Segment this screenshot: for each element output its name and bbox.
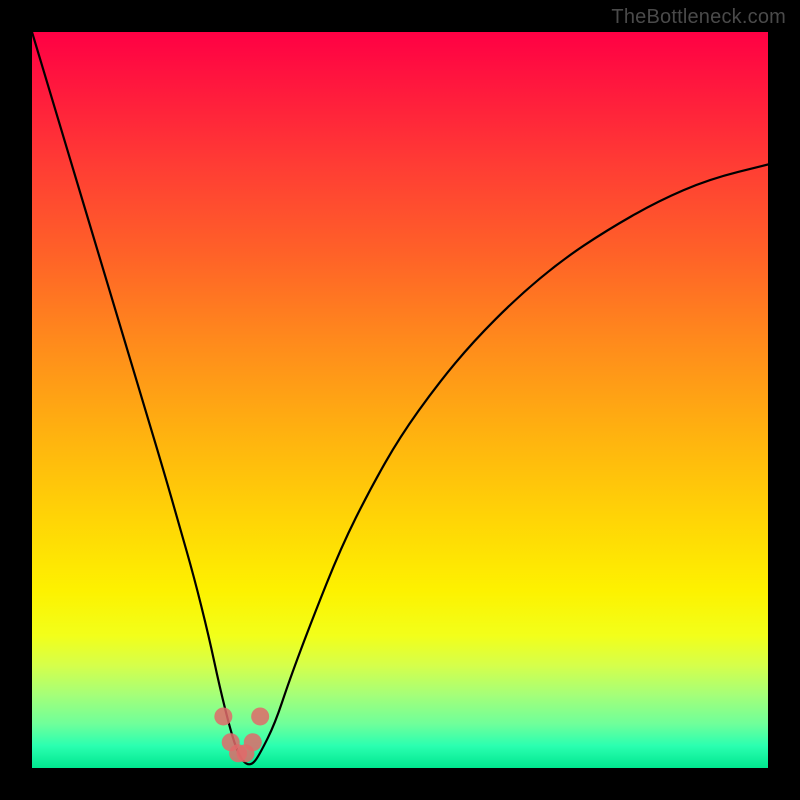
curve-minimum-markers	[214, 707, 269, 762]
curve-marker	[244, 733, 262, 751]
curve-marker	[251, 707, 269, 725]
watermark-text: TheBottleneck.com	[611, 6, 786, 29]
chart-frame: TheBottleneck.com	[0, 0, 800, 800]
bottleneck-curve-svg	[32, 32, 768, 768]
bottleneck-curve	[32, 32, 768, 764]
curve-marker	[214, 707, 232, 725]
plot-area	[32, 32, 768, 768]
